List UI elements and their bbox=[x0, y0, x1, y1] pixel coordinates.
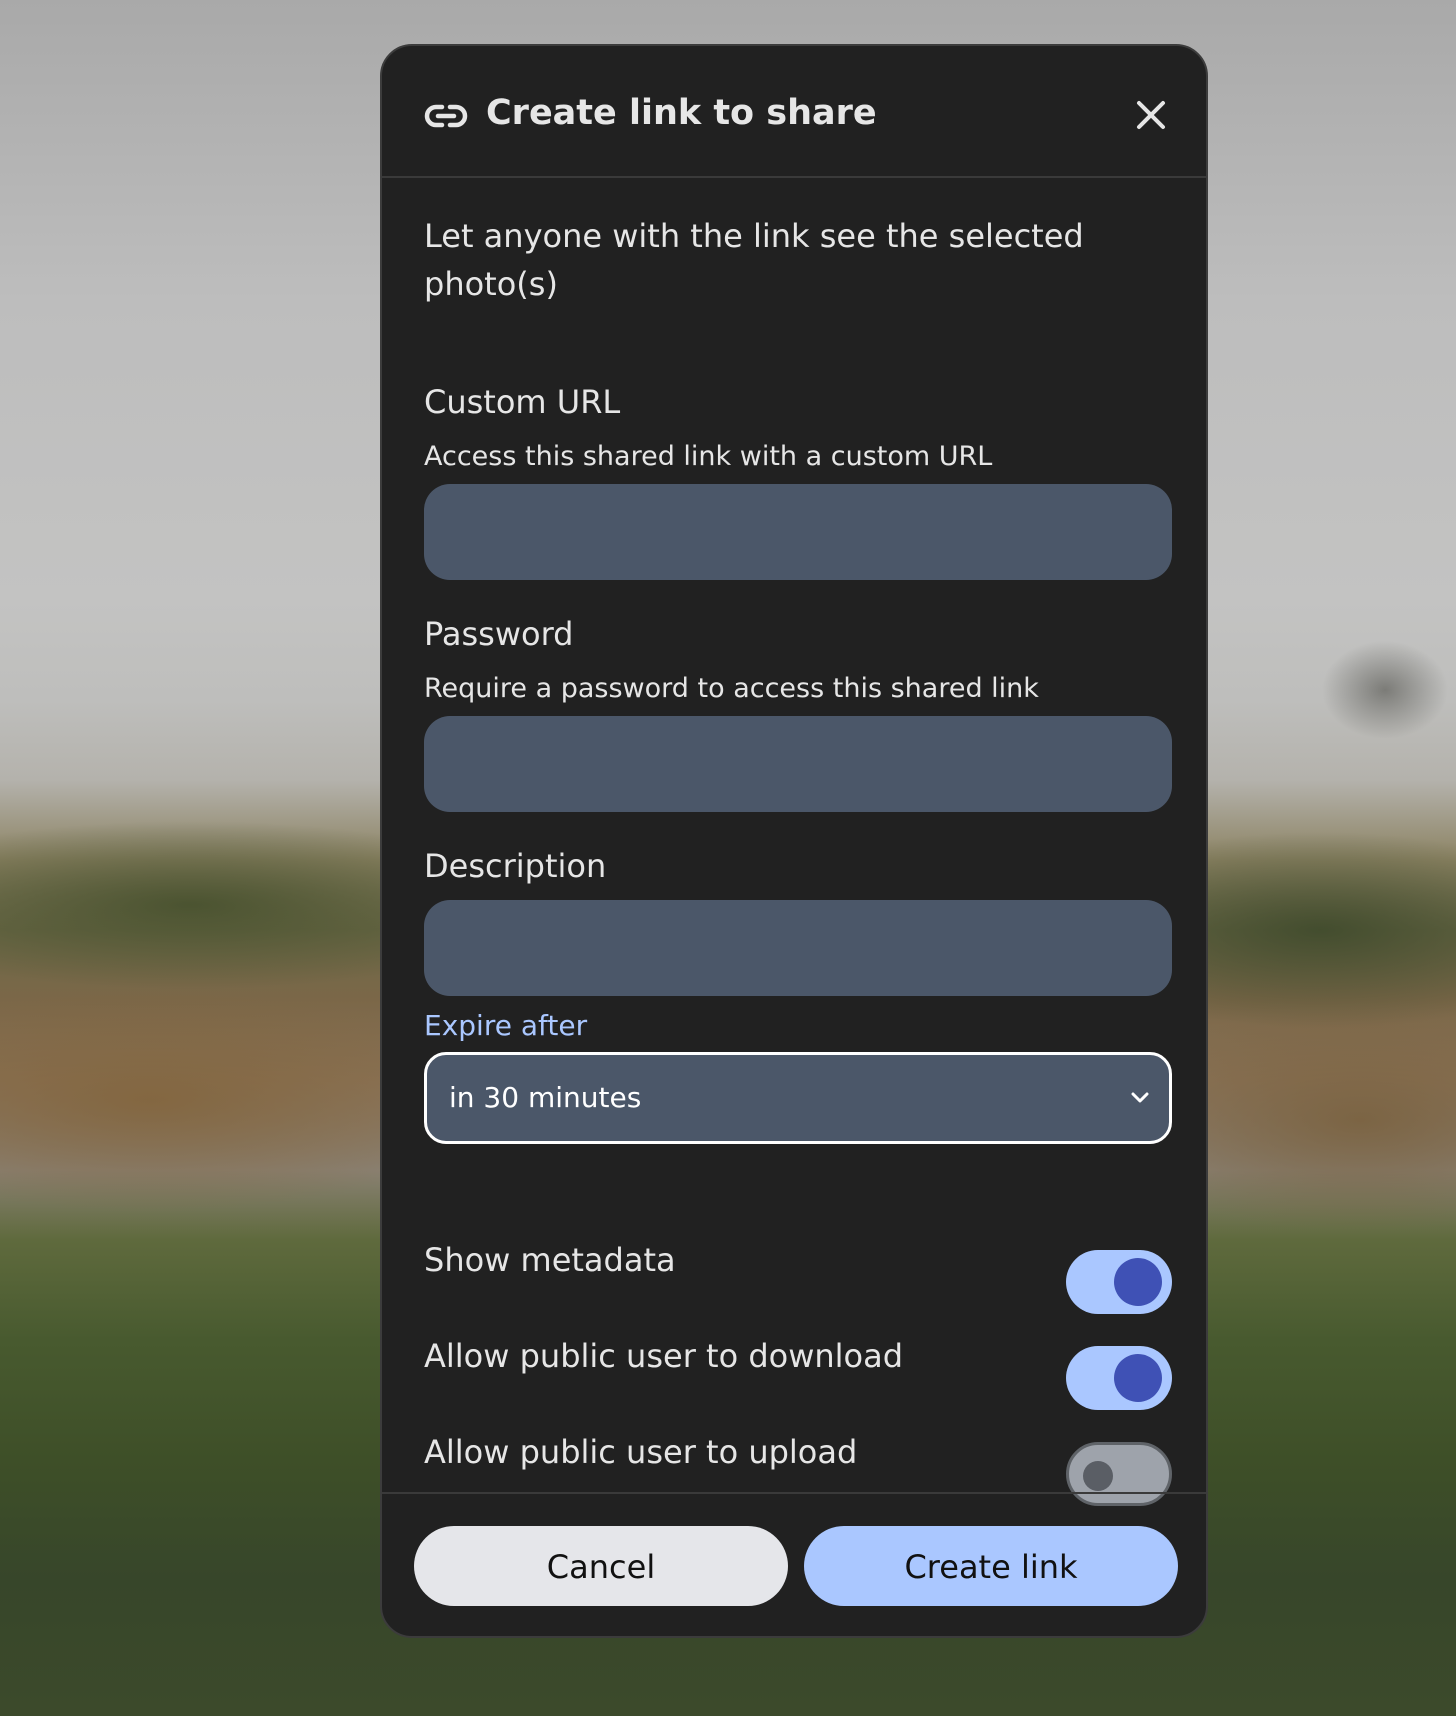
show-metadata-toggle[interactable] bbox=[1066, 1250, 1172, 1314]
toggle-knob bbox=[1083, 1461, 1113, 1491]
toggle-knob bbox=[1114, 1354, 1162, 1402]
custom-url-input[interactable] bbox=[424, 484, 1172, 580]
expire-after-select[interactable]: in 30 minutes bbox=[424, 1052, 1172, 1144]
allow-upload-toggle[interactable] bbox=[1066, 1442, 1172, 1506]
create-link-button[interactable]: Create link bbox=[804, 1526, 1178, 1606]
description-label: Description bbox=[424, 847, 607, 885]
cancel-button[interactable]: Cancel bbox=[414, 1526, 788, 1606]
custom-url-help: Access this shared link with a custom UR… bbox=[424, 441, 993, 472]
custom-url-label: Custom URL bbox=[424, 383, 621, 421]
password-label: Password bbox=[424, 615, 574, 653]
show-metadata-label: Show metadata bbox=[424, 1241, 676, 1279]
close-button[interactable] bbox=[1126, 90, 1176, 140]
close-icon bbox=[1137, 101, 1165, 129]
footer-divider bbox=[382, 1492, 1206, 1494]
expire-after-value: in 30 minutes bbox=[449, 1081, 642, 1114]
toggle-knob bbox=[1114, 1258, 1162, 1306]
allow-upload-label: Allow public user to upload bbox=[424, 1433, 858, 1471]
dialog-title: Create link to share bbox=[486, 93, 877, 133]
link-icon bbox=[424, 104, 468, 128]
create-link-dialog: Create link to share Let anyone with the… bbox=[380, 44, 1208, 1638]
dialog-description: Let anyone with the link see the selecte… bbox=[424, 217, 1084, 303]
allow-download-toggle[interactable] bbox=[1066, 1346, 1172, 1410]
allow-download-label: Allow public user to download bbox=[424, 1337, 904, 1375]
expire-after-label: Expire after bbox=[424, 1009, 588, 1042]
dialog-header: Create link to share bbox=[382, 46, 1206, 178]
password-input[interactable] bbox=[424, 716, 1172, 812]
description-input[interactable] bbox=[424, 900, 1172, 996]
chevron-down-icon bbox=[1131, 1092, 1149, 1103]
password-help: Require a password to access this shared… bbox=[424, 673, 1039, 704]
